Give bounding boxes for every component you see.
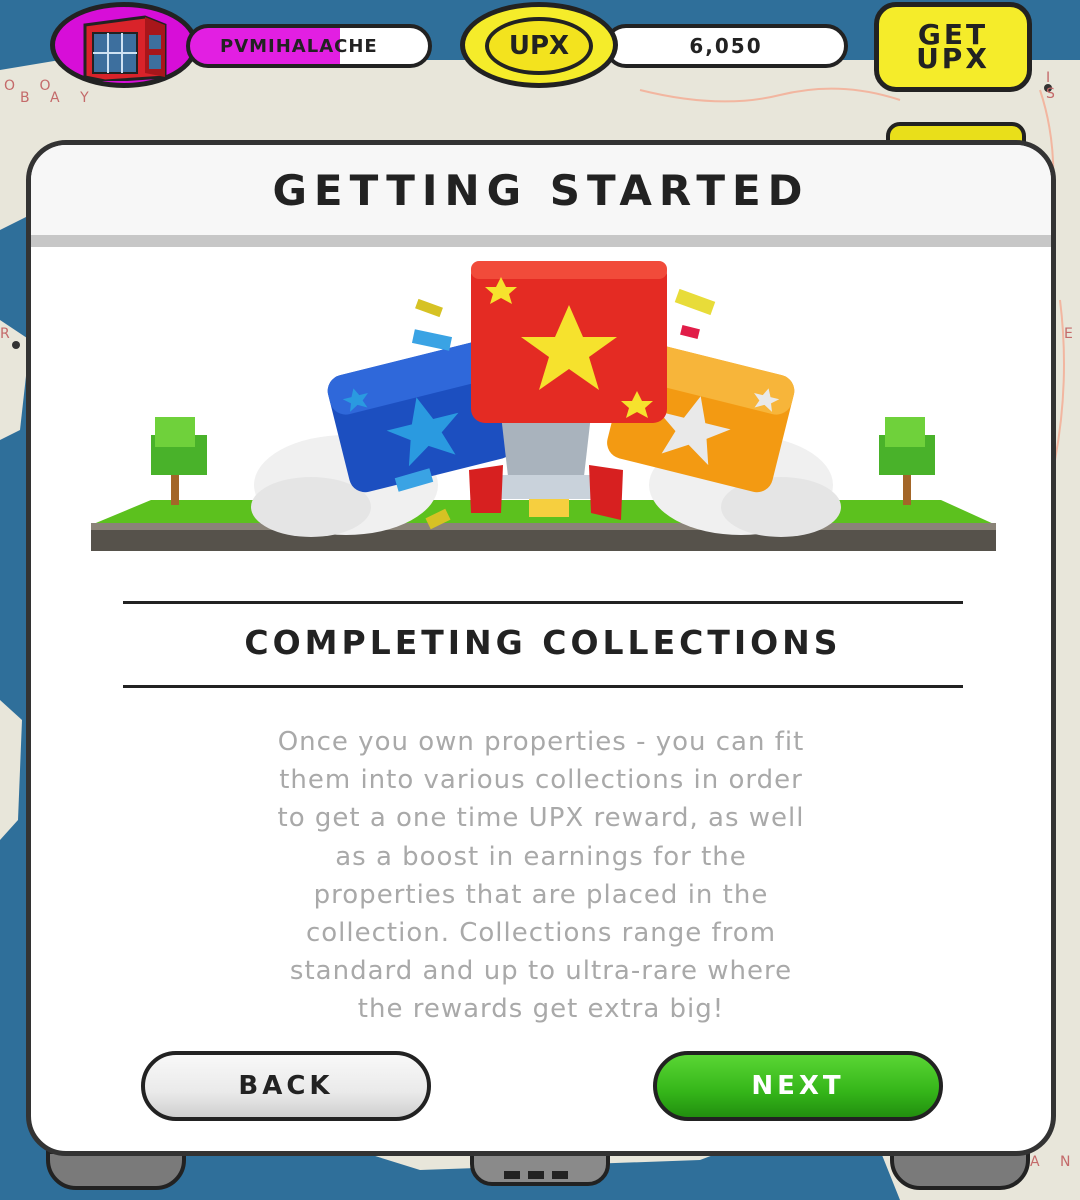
top-hud: PVMIHALACHE 6,050 UPX GET UPX (0, 0, 1080, 162)
body-line: to get a one time UPX reward, as well (277, 803, 805, 834)
nav-right-button[interactable] (890, 1150, 1030, 1190)
getting-started-dialog: GETTING STARTED COMPLETING COLLECTIONS O… (26, 140, 1056, 1156)
body-line: them into various collections in order (279, 765, 803, 796)
dialog-body-text: Once you own properties - you can fit th… (151, 723, 931, 1029)
dialog-header: GETTING STARTED (31, 145, 1051, 247)
body-line: the rewards get extra big! (357, 994, 725, 1025)
username-pill[interactable]: PVMIHALACHE (186, 24, 432, 68)
rocket-collections-illustration (91, 245, 1001, 565)
body-line: collection. Collections range from (305, 918, 777, 949)
section-divider-top (123, 601, 963, 604)
body-line: properties that are placed in the (313, 879, 769, 910)
dialog-title: GETTING STARTED (272, 165, 810, 215)
body-line: as a boost in earnings for the (335, 841, 747, 872)
bottom-nav (0, 1150, 1080, 1200)
upx-coin-icon[interactable]: UPX (460, 2, 618, 88)
map-label: E (1064, 326, 1073, 342)
body-line: standard and up to ultra-rare where (289, 956, 793, 987)
back-button[interactable]: BACK (141, 1051, 431, 1121)
get-upx-line2: UPX (916, 42, 990, 75)
body-line: Once you own properties - you can fit (277, 727, 805, 757)
get-upx-button[interactable]: GET UPX (874, 2, 1032, 92)
building-icon (83, 15, 167, 81)
username: PVMIHALACHE (220, 36, 378, 57)
map-label: R (0, 326, 10, 342)
next-button[interactable]: NEXT (653, 1051, 943, 1121)
upx-label: UPX (485, 17, 593, 75)
section-divider-bottom (123, 685, 963, 688)
menu-dots-icon (504, 1164, 568, 1183)
upx-balance: 6,050 (604, 24, 848, 68)
avatar[interactable] (50, 2, 198, 88)
section-title: COMPLETING COLLECTIONS (244, 623, 842, 662)
nav-left-button[interactable] (46, 1150, 186, 1190)
